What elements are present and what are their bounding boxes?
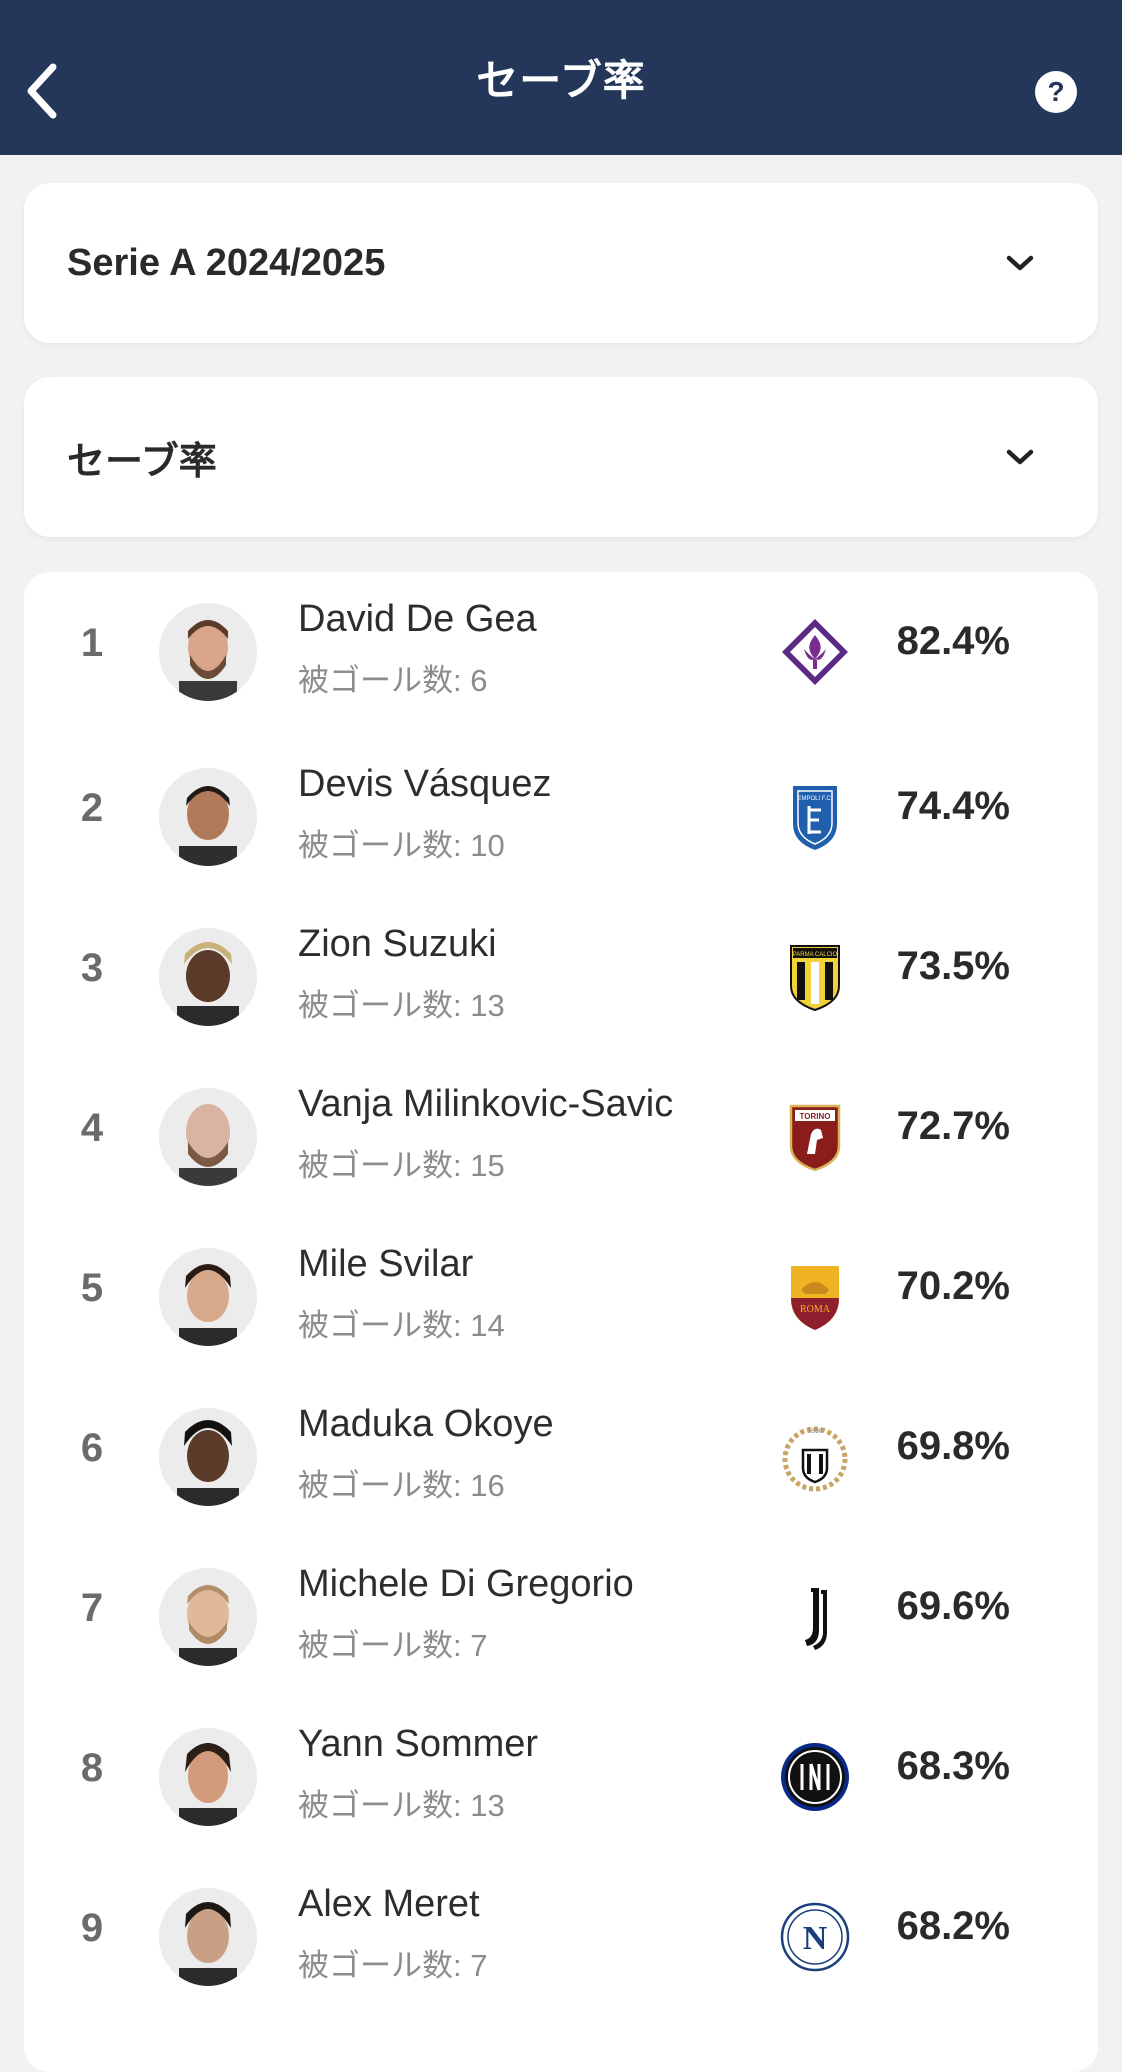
player-name: David De Gea	[298, 598, 537, 640]
goals-conceded: 被ゴール数: 7	[298, 1628, 488, 1663]
player-name: Alex Meret	[298, 1883, 480, 1925]
player-avatar	[159, 1888, 257, 1986]
player-row[interactable]: 4 Vanja Milinkovic-Savic 被ゴール数: 15 TORIN…	[24, 1058, 1098, 1218]
fiorentina-crest-icon	[776, 613, 854, 691]
empoli-crest-text: EMPOLI F.C.	[797, 796, 832, 802]
save-percentage: 73.5%	[896, 944, 1010, 988]
chevron-left-icon	[27, 63, 57, 119]
goals-conceded: 被ゴール数: 7	[298, 1948, 488, 1983]
rank-number: 2	[80, 786, 104, 830]
goals-conceded: 被ゴール数: 14	[298, 1308, 505, 1343]
page-title: セーブ率	[476, 57, 646, 104]
save-percentage: 69.6%	[896, 1584, 1010, 1628]
goals-conceded: 被ゴール数: 13	[298, 1788, 505, 1823]
player-row[interactable]: 7 Michele Di Gregorio 被ゴール数: 7 69.6%	[24, 1538, 1098, 1698]
goals-conceded: 被ゴール数: 6	[298, 663, 488, 698]
player-avatar	[159, 768, 257, 866]
save-percentage: 82.4%	[896, 619, 1010, 663]
player-avatar	[159, 1248, 257, 1346]
player-row[interactable]: 1 David De Gea 被ゴール数: 6 82.4%	[24, 573, 1098, 733]
league-selector-value: Serie A 2024/2025	[67, 241, 386, 284]
udinese-crest-icon: 1896	[776, 1418, 854, 1496]
player-row[interactable]: 6 Maduka Okoye 被ゴール数: 16 1896 69.8%	[24, 1378, 1098, 1538]
rank-number: 6	[80, 1426, 104, 1470]
goals-conceded: 被ゴール数: 13	[298, 988, 505, 1023]
napoli-crest-icon: N	[776, 1898, 854, 1976]
player-name: Devis Vásquez	[298, 763, 552, 805]
league-selector[interactable]: Serie A 2024/2025	[24, 183, 1098, 343]
save-percentage: 68.3%	[896, 1744, 1010, 1788]
save-percentage: 68.2%	[896, 1904, 1010, 1948]
app-header: セーブ率 ?	[0, 0, 1122, 155]
roma-crest-text: ROMA	[800, 1304, 831, 1315]
rank-number: 5	[80, 1266, 104, 1310]
player-row[interactable]: 8 Yann Sommer 被ゴール数: 13 68.3%	[24, 1698, 1098, 1858]
stat-selector[interactable]: セーブ率	[24, 377, 1098, 537]
goals-conceded: 被ゴール数: 16	[298, 1468, 505, 1503]
rank-number: 9	[80, 1906, 104, 1950]
player-row[interactable]: 3 Zion Suzuki 被ゴール数: 13 PARMA CALCIO 73.…	[24, 898, 1098, 1058]
player-row[interactable]: 2 Devis Vásquez 被ゴール数: 10 EMPOLI F.C. 74…	[24, 738, 1098, 898]
player-name: Zion Suzuki	[298, 923, 497, 965]
juventus-crest-icon	[776, 1578, 854, 1656]
empoli-crest-icon: EMPOLI F.C.	[776, 778, 854, 856]
rank-number: 4	[80, 1106, 104, 1150]
stat-selector-value: セーブ率	[67, 440, 217, 483]
player-avatar	[159, 1088, 257, 1186]
save-percentage: 69.8%	[896, 1424, 1010, 1468]
roma-crest-icon: ROMA	[776, 1258, 854, 1336]
napoli-crest-text: N	[803, 1920, 828, 1957]
parma-crest-text: PARMA CALCIO	[793, 952, 838, 958]
question-icon: ?	[1047, 76, 1065, 107]
torino-crest-icon: TORINO	[776, 1098, 854, 1176]
save-percentage: 70.2%	[896, 1264, 1010, 1308]
rank-number: 3	[80, 946, 104, 990]
player-row[interactable]: 9 Alex Meret 被ゴール数: 7 N 68.2%	[24, 1858, 1098, 2018]
chevron-down-icon	[1006, 255, 1034, 271]
player-name: Mile Svilar	[298, 1243, 474, 1285]
player-avatar	[159, 1568, 257, 1666]
save-percentage: 72.7%	[896, 1104, 1010, 1148]
rank-number: 7	[80, 1586, 104, 1630]
back-button[interactable]	[18, 58, 68, 124]
parma-crest-icon: PARMA CALCIO	[776, 938, 854, 1016]
rank-number: 1	[80, 621, 104, 665]
player-avatar	[159, 1728, 257, 1826]
player-avatar	[159, 928, 257, 1026]
goals-conceded: 被ゴール数: 15	[298, 1148, 505, 1183]
player-name: Maduka Okoye	[298, 1403, 554, 1445]
player-row[interactable]: 5 Mile Svilar 被ゴール数: 14 ROMA 70.2%	[24, 1218, 1098, 1378]
save-percentage: 74.4%	[896, 784, 1010, 828]
udinese-crest-text: 1896	[807, 1428, 823, 1435]
help-button[interactable]: ?	[1035, 71, 1077, 113]
inter-crest-icon	[776, 1738, 854, 1816]
player-avatar	[159, 1408, 257, 1506]
ranking-list: 1 David De Gea 被ゴール数: 6 82.4% 2 Devis Vá…	[24, 572, 1098, 2072]
player-name: Yann Sommer	[298, 1723, 539, 1765]
player-name: Michele Di Gregorio	[298, 1563, 634, 1605]
rank-number: 8	[80, 1746, 104, 1790]
torino-crest-text: TORINO	[800, 1112, 831, 1121]
player-avatar	[159, 603, 257, 701]
player-name: Vanja Milinkovic-Savic	[298, 1083, 674, 1125]
goals-conceded: 被ゴール数: 10	[298, 828, 505, 863]
chevron-down-icon	[1006, 449, 1034, 465]
